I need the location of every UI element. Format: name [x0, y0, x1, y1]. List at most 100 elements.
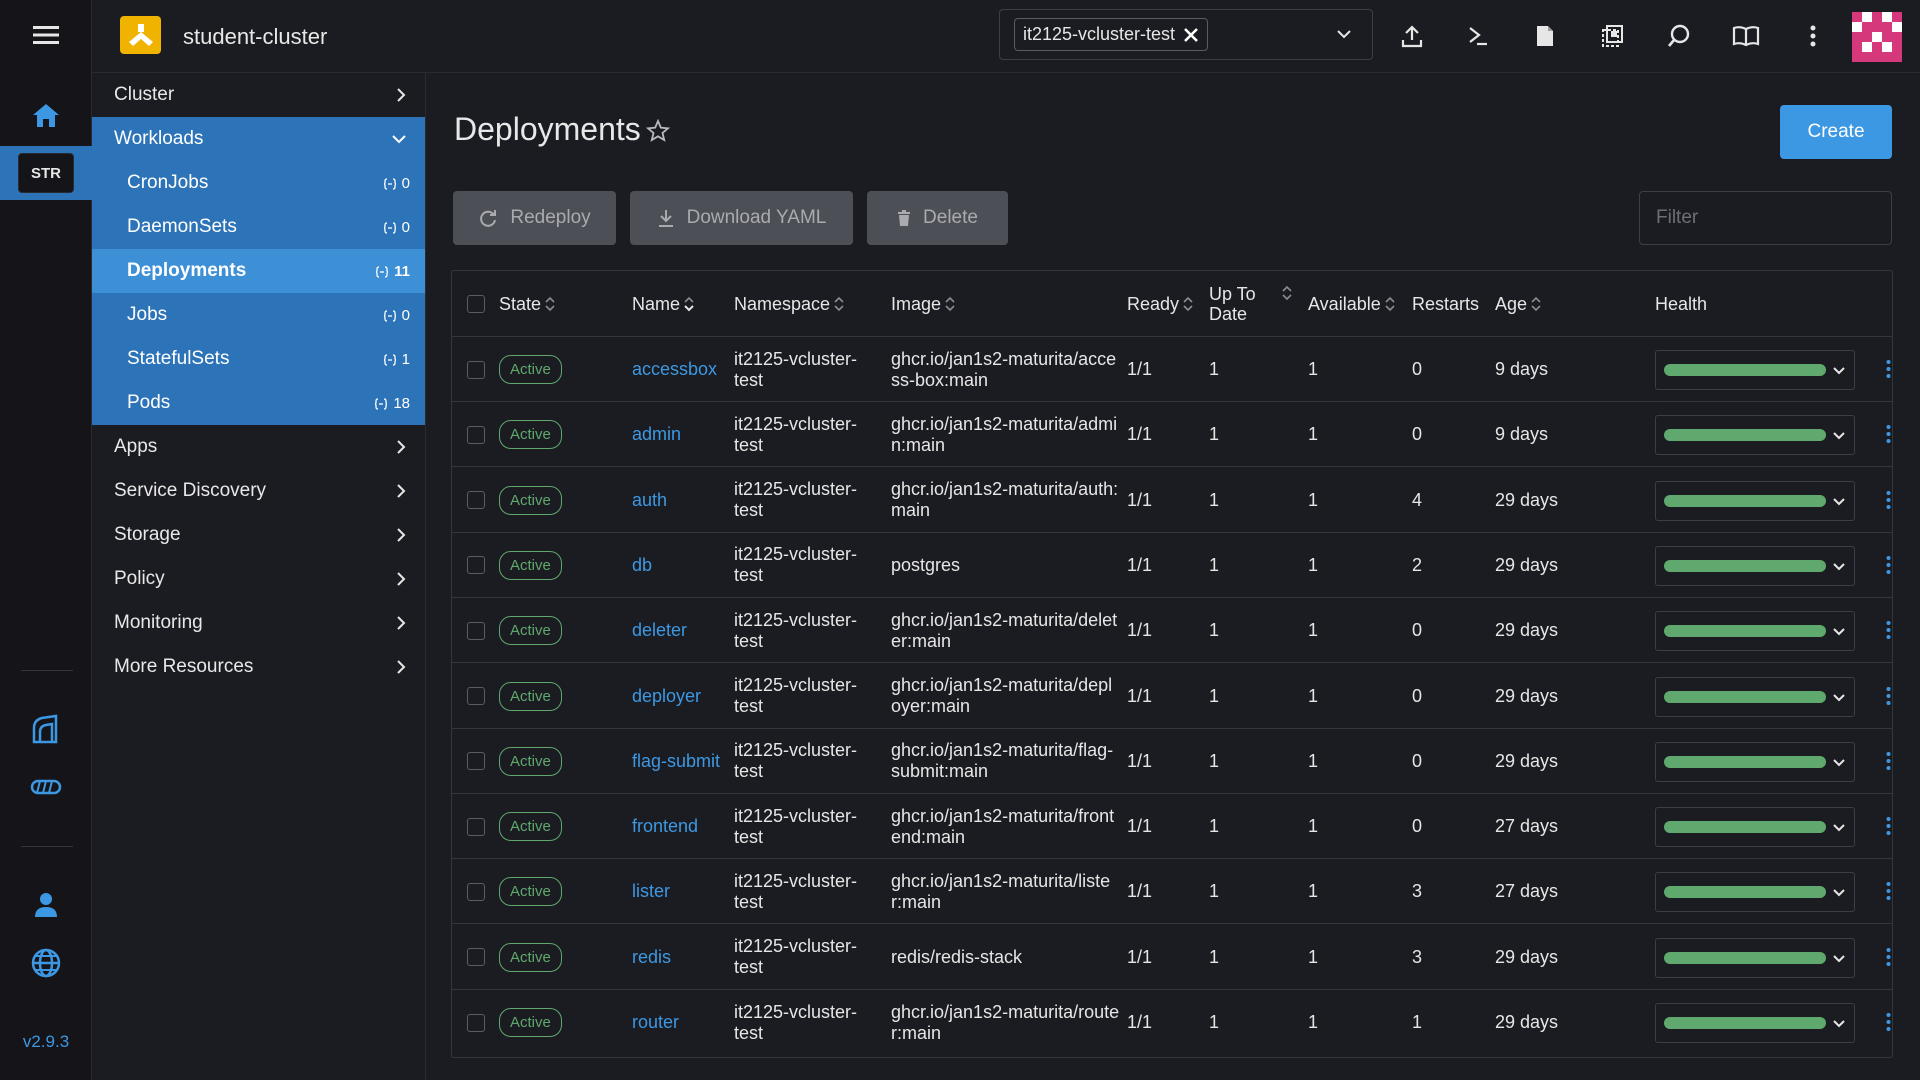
header-age[interactable]: Age: [1495, 271, 1541, 337]
deployment-name-link[interactable]: frontend: [632, 816, 698, 837]
row-checkbox[interactable]: [467, 598, 485, 663]
row-actions-icon[interactable]: [1878, 814, 1898, 838]
nav-group-policy[interactable]: Policy: [92, 557, 425, 601]
row-actions-icon[interactable]: [1878, 488, 1898, 512]
chevron-down-icon[interactable]: [1336, 24, 1352, 44]
row-checkbox[interactable]: [467, 925, 485, 990]
deployment-name-link[interactable]: lister: [632, 881, 670, 902]
health-select[interactable]: [1655, 741, 1855, 782]
user-icon[interactable]: [0, 882, 92, 928]
deployment-name-link[interactable]: deployer: [632, 686, 701, 707]
nav-group-monitoring[interactable]: Monitoring: [92, 601, 425, 645]
nav-item-jobs[interactable]: Jobs 0: [92, 293, 425, 337]
deployment-name-link[interactable]: admin: [632, 424, 681, 445]
row-checkbox[interactable]: [467, 859, 485, 924]
row-actions-icon[interactable]: [1878, 749, 1898, 773]
table-row[interactable]: Active auth it2125-vcluster-test ghcr.io/ja…: [452, 468, 1892, 533]
row-actions-icon[interactable]: [1878, 879, 1898, 903]
create-button[interactable]: Create: [1780, 105, 1892, 159]
nav-item-daemonsets[interactable]: DaemonSets 0: [92, 205, 425, 249]
table-row[interactable]: Active accessbox it2125-vcluster-test ghcr.…: [452, 337, 1892, 402]
health-select[interactable]: [1655, 937, 1855, 978]
nav-group-storage[interactable]: Storage: [92, 513, 425, 557]
import-yaml-icon[interactable]: [1390, 14, 1434, 58]
home-icon[interactable]: [0, 92, 92, 138]
header-image[interactable]: Image: [891, 271, 955, 337]
deployment-name-link[interactable]: deleter: [632, 620, 687, 641]
health-select[interactable]: [1655, 807, 1855, 848]
extensions-icon[interactable]: [0, 764, 92, 810]
deployment-name-link[interactable]: db: [632, 555, 652, 576]
row-actions-icon[interactable]: [1878, 618, 1898, 642]
user-avatar[interactable]: [1852, 12, 1902, 62]
row-actions-icon[interactable]: [1878, 422, 1898, 446]
deployment-name-link[interactable]: redis: [632, 947, 671, 968]
deployment-name-link[interactable]: accessbox: [632, 359, 717, 380]
table-row[interactable]: Active lister it2125-vcluster-test ghcr.io/…: [452, 859, 1892, 925]
health-select[interactable]: [1655, 1003, 1855, 1043]
favorite-star-icon[interactable]: [646, 119, 670, 143]
header-available[interactable]: Available: [1308, 271, 1395, 337]
header-uptodate[interactable]: Up To Date: [1209, 271, 1269, 337]
table-row[interactable]: Active redis it2125-vcluster-test redis/red…: [452, 925, 1892, 990]
globe-icon[interactable]: [0, 940, 92, 986]
table-row[interactable]: Active flag-submit it2125-vcluster-test ghc…: [452, 729, 1892, 794]
more-vertical-icon[interactable]: [1791, 14, 1835, 58]
copy-kubeconfig-icon[interactable]: [1590, 14, 1634, 58]
deployment-name-link[interactable]: flag-submit: [632, 751, 720, 772]
table-row[interactable]: Active router it2125-vcluster-test ghcr.io/…: [452, 990, 1892, 1055]
nav-item-statefulsets[interactable]: StatefulSets 1: [92, 337, 425, 381]
kubeconfig-file-icon[interactable]: [1523, 14, 1567, 58]
menu-icon[interactable]: [0, 12, 92, 58]
header-name[interactable]: Name: [632, 271, 694, 337]
row-actions-icon[interactable]: [1878, 684, 1898, 708]
docs-book-icon[interactable]: [1724, 14, 1768, 58]
row-checkbox[interactable]: [467, 402, 485, 467]
nav-item-pods[interactable]: Pods 18: [92, 381, 425, 425]
download-yaml-button[interactable]: Download YAML: [630, 191, 853, 245]
fleet-icon[interactable]: [0, 706, 92, 752]
table-row[interactable]: Active frontend it2125-vcluster-test ghcr.i…: [452, 794, 1892, 860]
row-checkbox[interactable]: [467, 468, 485, 533]
health-select[interactable]: [1655, 676, 1855, 717]
row-checkbox[interactable]: [467, 533, 485, 598]
table-row[interactable]: Active admin it2125-vcluster-test ghcr.io/j…: [452, 402, 1892, 468]
deployment-name-link[interactable]: router: [632, 1012, 679, 1033]
row-checkbox[interactable]: [467, 337, 485, 402]
health-select[interactable]: [1655, 872, 1855, 913]
header-ready[interactable]: Ready: [1127, 271, 1193, 337]
search-icon[interactable]: [1657, 14, 1701, 58]
table-row[interactable]: Active db it2125-vcluster-test postgres 1/1 1…: [452, 533, 1892, 598]
filter-input[interactable]: [1639, 191, 1892, 245]
row-checkbox[interactable]: [467, 794, 485, 859]
row-checkbox[interactable]: [467, 990, 485, 1055]
health-select[interactable]: [1655, 611, 1855, 652]
nav-group-more-resources[interactable]: More Resources: [92, 645, 425, 689]
row-actions-icon[interactable]: [1878, 357, 1898, 381]
deployment-name-link[interactable]: auth: [632, 490, 667, 511]
health-select[interactable]: [1655, 545, 1855, 586]
nav-item-deployments[interactable]: Deployments 11: [92, 249, 425, 293]
nav-group-cluster[interactable]: Cluster: [92, 73, 425, 117]
sort-icon[interactable]: [1282, 285, 1292, 301]
redeploy-button[interactable]: Redeploy: [453, 191, 616, 245]
delete-button[interactable]: Delete: [867, 191, 1008, 245]
row-actions-icon[interactable]: [1878, 1010, 1898, 1034]
row-checkbox[interactable]: [467, 729, 485, 794]
table-row[interactable]: Active deleter it2125-vcluster-test ghcr.io…: [452, 598, 1892, 664]
row-actions-icon[interactable]: [1878, 553, 1898, 577]
kubectl-shell-icon[interactable]: [1456, 14, 1500, 58]
nav-item-cronjobs[interactable]: CronJobs 0: [92, 161, 425, 205]
namespace-select[interactable]: it2125-vcluster-test: [999, 9, 1373, 60]
nav-group-workloads[interactable]: Workloads: [92, 117, 425, 161]
nav-group-apps[interactable]: Apps: [92, 425, 425, 469]
health-select[interactable]: [1655, 480, 1855, 521]
select-all-checkbox[interactable]: [467, 271, 485, 337]
version-label[interactable]: v2.9.3: [0, 1032, 92, 1052]
header-state[interactable]: State: [499, 271, 555, 337]
nav-group-service-discovery[interactable]: Service Discovery: [92, 469, 425, 513]
remove-namespace-icon[interactable]: [1183, 27, 1199, 43]
header-restarts[interactable]: Restarts: [1412, 271, 1479, 337]
table-row[interactable]: Active deployer it2125-vcluster-test ghcr.i…: [452, 664, 1892, 729]
health-select[interactable]: [1655, 415, 1855, 456]
